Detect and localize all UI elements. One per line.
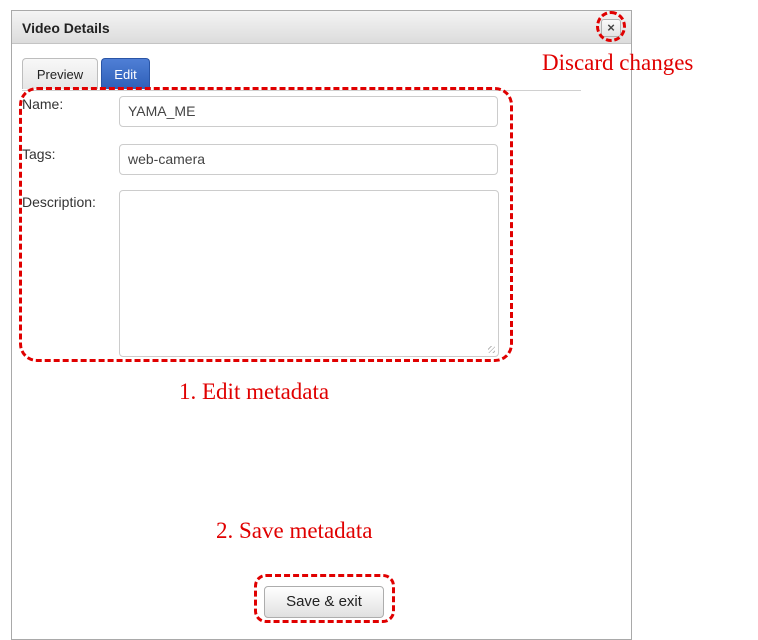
dialog-titlebar: Video Details ×	[12, 11, 631, 44]
tab-edit[interactable]: Edit	[101, 58, 150, 89]
tab-preview[interactable]: Preview	[22, 58, 98, 89]
annotation-discard-changes: Discard changes	[542, 50, 694, 75]
save-highlight-box	[254, 574, 395, 623]
annotation-edit-metadata: 1. Edit metadata	[179, 379, 330, 404]
edit-highlight-box	[19, 87, 513, 362]
annotation-save-metadata: 2. Save metadata	[216, 518, 373, 543]
close-highlight-circle	[596, 11, 626, 42]
dialog-title: Video Details	[22, 20, 110, 36]
